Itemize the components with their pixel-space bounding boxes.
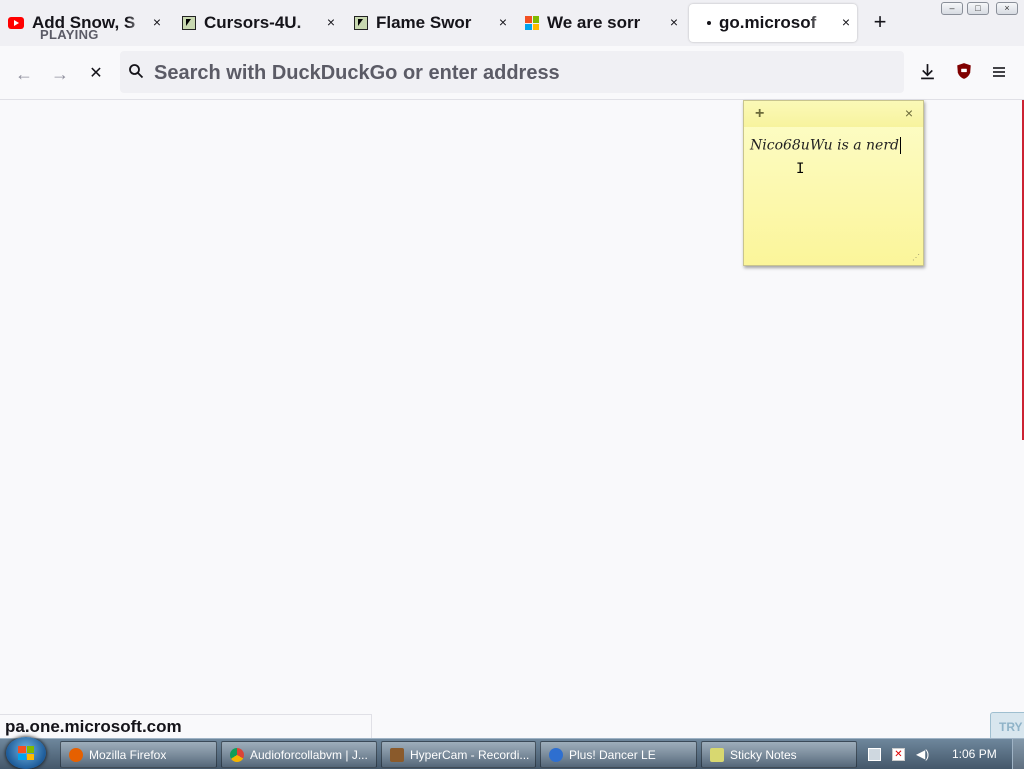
- add-note-button[interactable]: +: [755, 105, 764, 123]
- hypercam-icon: [390, 747, 404, 762]
- address-bar[interactable]: [120, 51, 904, 93]
- hamburger-menu-icon[interactable]: [991, 64, 1007, 80]
- tab-cursors-4u[interactable]: Cursors-4U. ×: [182, 4, 342, 42]
- dancer-icon: [549, 747, 563, 762]
- clock[interactable]: 1:06 PM: [952, 747, 997, 761]
- back-button[interactable]: ←: [13, 63, 35, 85]
- tab-title: go.microsof: [719, 13, 817, 32]
- microsoft-icon: [525, 16, 539, 30]
- close-tab-icon[interactable]: ×: [150, 15, 164, 29]
- system-tray: ✕ ◀): [862, 739, 1024, 769]
- new-tab-button[interactable]: +: [870, 11, 890, 33]
- minimize-button[interactable]: –: [941, 2, 963, 15]
- tab-flame-sword[interactable]: Flame Swor ×: [354, 4, 514, 42]
- taskbar-item-plus-dancer[interactable]: Plus! Dancer LE: [540, 741, 697, 768]
- warning-flag-icon[interactable]: ✕: [892, 748, 905, 761]
- taskbar-item-chrome[interactable]: Audioforcollabvm | J...: [221, 741, 377, 768]
- loading-dot-icon: [707, 21, 711, 25]
- youtube-icon: [8, 17, 24, 29]
- tab-add-snow[interactable]: Add Snow, S PLAYING ×: [8, 4, 168, 42]
- tab-strip: Add Snow, S PLAYING × Cursors-4U. × Flam…: [0, 0, 1024, 46]
- try-badge[interactable]: TRY: [990, 712, 1024, 740]
- firefox-icon: [69, 747, 83, 762]
- maximize-button[interactable]: □: [967, 2, 989, 15]
- close-tab-icon[interactable]: ×: [667, 15, 681, 29]
- text-caret: [899, 137, 901, 154]
- cursor-icon: [182, 16, 196, 30]
- tab-title: Cursors-4U.: [204, 13, 302, 32]
- close-window-button[interactable]: ×: [996, 2, 1018, 15]
- taskbar-item-firefox[interactable]: Mozilla Firefox: [60, 741, 217, 768]
- close-note-button[interactable]: ×: [905, 105, 913, 121]
- url-input[interactable]: [152, 57, 896, 89]
- close-tab-icon[interactable]: ×: [839, 15, 853, 29]
- volume-icon[interactable]: ◀): [916, 748, 929, 761]
- sticky-note[interactable]: + × Nico68uWu is a nerd ⋰: [743, 100, 924, 266]
- stop-button[interactable]: ✕: [85, 63, 107, 85]
- sticky-note-text-area[interactable]: Nico68uWu is a nerd: [750, 137, 901, 154]
- sticky-notes-icon: [710, 747, 724, 762]
- tab-title: Flame Swor: [376, 13, 472, 32]
- cursor-icon: [354, 16, 368, 30]
- sticky-note-titlebar[interactable]: + ×: [744, 101, 923, 127]
- taskbar: Mozilla Firefox Audioforcollabvm | J... …: [0, 737, 1024, 769]
- windows-logo-icon: [18, 746, 34, 760]
- search-icon: [129, 64, 144, 79]
- ublock-icon[interactable]: [955, 62, 973, 80]
- close-tab-icon[interactable]: ×: [324, 15, 338, 29]
- link-status-bar: pa.one.microsoft.com: [0, 714, 372, 738]
- taskbar-item-label: Sticky Notes: [730, 747, 797, 762]
- show-desktop-button[interactable]: [1012, 739, 1024, 769]
- ibeam-cursor-icon: I: [796, 161, 805, 177]
- tab-title: We are sorr: [547, 13, 641, 32]
- tab-we-are-sorry[interactable]: We are sorr ×: [525, 4, 685, 42]
- taskbar-item-label: Audioforcollabvm | J...: [250, 747, 368, 762]
- resize-grip-icon[interactable]: ⋰: [912, 253, 920, 262]
- taskbar-item-hypercam[interactable]: HyperCam - Recordi...: [381, 741, 536, 768]
- sticky-note-text: Nico68uWu is a nerd: [750, 137, 899, 154]
- download-icon[interactable]: [919, 63, 936, 80]
- close-tab-icon[interactable]: ×: [496, 15, 510, 29]
- taskbar-item-label: Mozilla Firefox: [89, 747, 167, 762]
- tab-go-microsoft[interactable]: go.microsof ×: [689, 4, 857, 42]
- taskbar-item-label: Plus! Dancer LE: [569, 747, 656, 762]
- chrome-icon: [230, 747, 244, 762]
- forward-button[interactable]: →: [49, 63, 71, 85]
- tab-playing-label: PLAYING: [40, 27, 99, 42]
- network-icon[interactable]: [868, 748, 881, 761]
- navigation-toolbar: ← → ✕: [0, 46, 1024, 100]
- taskbar-item-label: HyperCam - Recordi...: [410, 747, 530, 762]
- taskbar-item-sticky-notes[interactable]: Sticky Notes: [701, 741, 857, 768]
- start-button[interactable]: [6, 737, 46, 769]
